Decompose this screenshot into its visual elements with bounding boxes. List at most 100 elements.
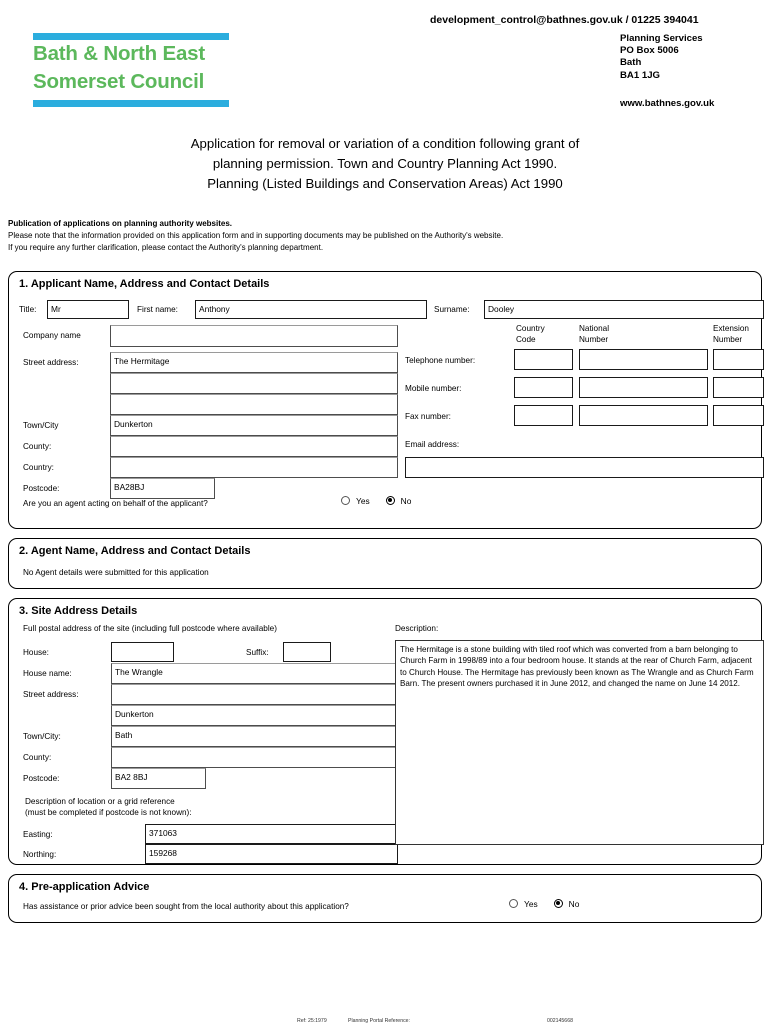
label-surname: Surname:	[434, 305, 470, 314]
label-northing: Northing:	[23, 850, 57, 859]
pre-application-radio-group[interactable]: Yes No	[509, 899, 595, 909]
input-telephone-national-number[interactable]	[579, 349, 708, 370]
pre-application-question: Has assistance or prior advice been soug…	[23, 902, 349, 911]
label-national-number-line1: National	[579, 324, 610, 333]
input-site-town-city[interactable]: Bath	[111, 726, 398, 747]
address-line-4: BA1 1JG	[620, 69, 660, 81]
input-surname[interactable]: Dooley	[484, 300, 764, 319]
agent-radio-no[interactable]	[385, 496, 395, 505]
label-easting: Easting:	[23, 830, 53, 839]
section-site-address: 3. Site Address Details Full postal addr…	[8, 598, 764, 865]
section-4-title: 4. Pre-application Advice	[19, 881, 150, 893]
pre-application-radio-yes-label: Yes	[524, 899, 538, 909]
label-fax-number: Fax number:	[405, 412, 451, 421]
input-email-address[interactable]	[405, 457, 764, 478]
label-house-name: House name:	[23, 669, 72, 678]
agent-radio-yes[interactable]	[341, 496, 350, 505]
label-telephone-number: Telephone number:	[405, 356, 476, 365]
section-2-title: 2. Agent Name, Address and Contact Detai…	[19, 545, 251, 557]
input-site-street-address-1[interactable]	[111, 684, 398, 705]
grid-reference-note-line-2: (must be completed if postcode is not kn…	[25, 808, 192, 817]
input-fax-country-code[interactable]	[514, 405, 573, 426]
label-site-postcode: Postcode:	[23, 774, 60, 783]
section-1-body: Title: Mr First name: Anthony Surname: D…	[9, 294, 764, 522]
header-address: Planning Services PO Box 5006 Bath BA1 1…	[620, 33, 703, 82]
council-logo: Bath & North East Somerset Council	[33, 33, 229, 107]
footer-portal-value: 002145668	[547, 1018, 573, 1024]
header-website: www.bathnes.gov.uk	[620, 98, 715, 109]
input-country[interactable]	[110, 457, 398, 478]
input-telephone-country-code[interactable]	[514, 349, 573, 370]
input-mobile-extension-number[interactable]	[713, 377, 764, 398]
label-site-street-address: Street address:	[23, 690, 79, 699]
input-title[interactable]: Mr	[47, 300, 129, 319]
section-1-title: 1. Applicant Name, Address and Contact D…	[19, 278, 270, 290]
pre-application-radio-yes[interactable]	[509, 899, 518, 908]
section-3-title: 3. Site Address Details	[19, 605, 138, 617]
input-mobile-country-code[interactable]	[514, 377, 573, 398]
label-county: County:	[23, 442, 52, 451]
label-town-city: Town/City	[23, 421, 59, 430]
label-country: Country:	[23, 463, 54, 472]
input-site-description[interactable]: The Hermitage is a stone building with t…	[395, 640, 764, 845]
input-suffix[interactable]	[283, 642, 331, 662]
agent-details-message: No Agent details were submitted for this…	[23, 568, 209, 577]
publication-note-line-1: Please note that the information provide…	[8, 231, 504, 240]
input-site-postcode[interactable]: BA2 8BJ	[111, 768, 206, 789]
input-company-name[interactable]	[110, 325, 398, 347]
agent-radio-group[interactable]: Yes No	[341, 496, 427, 506]
logo-text-line1: Bath & North East	[33, 42, 206, 65]
address-line-3: Bath	[620, 57, 642, 69]
input-street-address-1[interactable]: The Hermitage	[110, 352, 398, 373]
address-line-2: PO Box 5006	[620, 45, 679, 57]
section-agent-details: 2. Agent Name, Address and Contact Detai…	[8, 538, 762, 589]
label-extension-number-line1: Extension	[713, 324, 749, 333]
page-title-line-3: Planning (Listed Buildings and Conservat…	[207, 176, 563, 191]
label-mobile-number: Mobile number:	[405, 384, 462, 393]
input-house[interactable]	[111, 642, 174, 662]
site-address-subtitle: Full postal address of the site (includi…	[23, 624, 277, 633]
input-house-name[interactable]: The Wrangle	[111, 663, 398, 684]
input-easting[interactable]: 371063	[145, 824, 398, 844]
input-telephone-extension-number[interactable]	[713, 349, 764, 370]
section-2-body: No Agent details were submitted for this…	[9, 561, 761, 585]
section-pre-application-advice: 4. Pre-application Advice Has assistance…	[8, 874, 762, 923]
label-agent-question: Are you an agent acting on behalf of the…	[23, 499, 208, 508]
input-northing[interactable]: 159268	[145, 844, 398, 864]
label-company-name: Company name	[23, 331, 81, 340]
logo-bar-bottom	[33, 100, 229, 107]
pre-application-radio-no[interactable]	[553, 899, 563, 908]
page-title: Application for removal or variation of …	[0, 134, 770, 194]
label-site-county: County:	[23, 753, 52, 762]
footer-portal-label: Planning Portal Reference:	[348, 1018, 410, 1024]
input-postcode[interactable]: BA28BJ	[110, 478, 215, 499]
label-country-code-line2: Code	[516, 335, 536, 344]
publication-note-line-2: If you require any further clarification…	[8, 243, 324, 252]
input-first-name[interactable]: Anthony	[195, 300, 427, 319]
input-town-city[interactable]: Dunkerton	[110, 415, 398, 436]
input-street-address-3[interactable]	[110, 394, 398, 415]
logo-text-line2: Somerset Council	[33, 70, 205, 93]
input-site-street-address-2[interactable]: Dunkerton	[111, 705, 398, 726]
input-mobile-national-number[interactable]	[579, 377, 708, 398]
label-extension-number-line2: Number	[713, 335, 743, 344]
publication-note: Publication of applications on planning …	[8, 218, 770, 254]
publication-note-heading: Publication of applications on planning …	[8, 219, 233, 228]
section-applicant-details: 1. Applicant Name, Address and Contact D…	[8, 271, 764, 529]
label-house: House:	[23, 648, 49, 657]
logo-bar-top	[33, 33, 229, 40]
input-street-address-2[interactable]	[110, 373, 398, 394]
label-national-number-line2: Number	[579, 335, 609, 344]
section-3-body: Full postal address of the site (includi…	[9, 621, 764, 864]
agent-radio-no-label: No	[400, 496, 412, 506]
label-street-address: Street address:	[23, 358, 79, 367]
input-fax-extension-number[interactable]	[713, 405, 764, 426]
input-site-county[interactable]	[111, 747, 398, 768]
label-suffix: Suffix:	[246, 648, 269, 657]
label-postcode: Postcode:	[23, 484, 60, 493]
label-site-town-city: Town/City:	[23, 732, 61, 741]
input-county[interactable]	[110, 436, 398, 457]
label-site-description: Description:	[395, 624, 439, 633]
input-fax-national-number[interactable]	[579, 405, 708, 426]
label-first-name: First name:	[137, 305, 178, 314]
